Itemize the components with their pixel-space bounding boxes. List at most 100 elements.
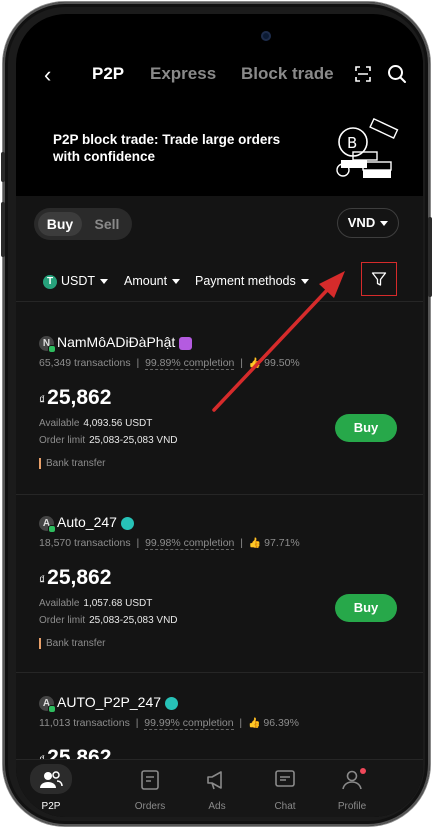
divider: [16, 672, 423, 673]
tether-icon: T: [43, 274, 57, 289]
nav-ads[interactable]: Ads: [182, 760, 252, 817]
users-icon: [40, 771, 63, 788]
block-trade-illustration-icon: B: [336, 118, 399, 178]
top-nav: ‹ P2P Express Block trade: [16, 60, 423, 90]
online-status-dot: [48, 704, 56, 713]
tab-block-trade[interactable]: Block trade: [241, 64, 334, 84]
nav-profile[interactable]: Profile: [317, 760, 387, 817]
sell-toggle[interactable]: Sell: [86, 212, 128, 236]
advertiser[interactable]: N NamMôADiĐàPhật: [39, 334, 193, 353]
promo-banner[interactable]: P2P block trade: Trade large orders with…: [16, 106, 423, 205]
banner-text: P2P block trade: Trade large orders with…: [53, 132, 281, 164]
amount-filter[interactable]: Amount: [124, 274, 181, 288]
nav-label: Ads: [208, 801, 226, 812]
thumbs-up-icon: 👍: [248, 718, 261, 729]
currency-symbol: ₫: [39, 393, 46, 407]
price-value: 25,862: [47, 386, 112, 409]
transaction-count: 65,349 transactions: [39, 357, 131, 369]
back-arrow-icon[interactable]: ‹: [44, 62, 51, 88]
scan-icon[interactable]: [355, 66, 371, 82]
advertiser-stats: 11,013 transactions | 99.99% completion …: [39, 717, 299, 730]
advertiser-stats: 18,570 transactions | 99.98% completion …: [39, 537, 300, 550]
thumbs-up-icon: 👍: [248, 538, 262, 549]
front-camera: [261, 31, 271, 41]
price-value: 25,862: [47, 566, 112, 589]
phone-side-button: [1, 152, 5, 182]
buy-toggle[interactable]: Buy: [38, 212, 82, 236]
limit-value: 25,083-25,083 VND: [89, 435, 178, 446]
megaphone-icon: [207, 771, 222, 790]
advertiser-name: NamMôADiĐàPhật: [57, 334, 176, 350]
divider: [16, 301, 423, 302]
nav-label: P2P: [41, 801, 61, 812]
limit-label: Order limit: [39, 435, 86, 446]
notification-dot: [360, 768, 366, 774]
payment-methods-filter[interactable]: Payment methods: [195, 274, 309, 288]
phone-side-button: [1, 202, 5, 257]
crypto-filter[interactable]: T USDT: [43, 274, 109, 289]
merchant-badge-icon: [179, 336, 193, 350]
price: ₫25,862: [39, 386, 111, 410]
listing-card: N NamMôADiĐàPhật 65,349 transactions | 99…: [16, 334, 423, 509]
available-label: Available: [39, 418, 80, 429]
available-value: 1,057.68 USDT: [83, 598, 153, 609]
buy-button[interactable]: Buy: [335, 414, 397, 442]
listing-card: A Auto_247 18,570 transactions | 99.98% c…: [16, 514, 423, 689]
crypto-filter-label: USDT: [61, 274, 96, 288]
completion-rate: 99.89% completion: [145, 357, 235, 370]
fiat-currency-label: VND: [347, 215, 376, 230]
payment-method-tag: Bank transfer: [39, 638, 105, 649]
avatar: A: [39, 695, 56, 713]
advertiser[interactable]: A Auto_247: [39, 514, 134, 533]
verified-badge-icon: [165, 696, 179, 710]
positive-rating: 99.50%: [264, 357, 300, 369]
chevron-down-icon: [172, 279, 181, 285]
available-row: Available 1,057.68 USDT: [39, 598, 152, 609]
nav-label: Profile: [337, 801, 367, 812]
tab-p2p[interactable]: P2P: [92, 64, 124, 84]
positive-rating: 97.71%: [264, 537, 300, 549]
amount-filter-label: Amount: [124, 274, 168, 288]
limit-row: Order limit 25,083-25,083 VND: [39, 615, 178, 626]
limit-label: Order limit: [39, 615, 86, 626]
payment-filter-label: Payment methods: [195, 274, 296, 288]
limit-row: Order limit 25,083-25,083 VND: [39, 435, 178, 446]
available-row: Available 4,093.56 USDT: [39, 418, 152, 429]
orders-icon: [141, 770, 159, 790]
svg-text:B: B: [347, 134, 357, 152]
completion-rate: 99.98% completion: [145, 537, 235, 550]
positive-rating: 96.39%: [263, 717, 299, 729]
advertiser-name: AUTO_P2P_247: [57, 694, 162, 710]
funnel-icon: [371, 272, 387, 286]
tab-express[interactable]: Express: [150, 64, 216, 84]
buy-sell-toggle: Buy Sell: [34, 208, 132, 240]
advertiser[interactable]: A AUTO_P2P_247: [39, 694, 179, 713]
fiat-currency-select[interactable]: VND: [337, 208, 399, 238]
available-value: 4,093.56 USDT: [83, 418, 153, 429]
chevron-down-icon: [100, 279, 109, 285]
bottom-nav: P2P Orders Ads Chat Profile: [16, 759, 423, 817]
chevron-down-icon: [300, 279, 309, 285]
available-label: Available: [39, 598, 80, 609]
p2p-panel: Buy Sell VND T USDT Amount Payment method…: [16, 196, 423, 817]
nav-chat[interactable]: Chat: [250, 760, 320, 817]
app-screen: ‹ P2P Express Block trade P2P block trad…: [16, 14, 423, 817]
chevron-down-icon: [380, 221, 389, 227]
filter-button[interactable]: [361, 262, 397, 296]
phone-notch: [116, 14, 324, 48]
online-status-dot: [48, 344, 56, 353]
advertiser-stats: 65,349 transactions | 99.89% completion …: [39, 357, 300, 370]
avatar: N: [39, 335, 56, 353]
nav-orders[interactable]: Orders: [115, 760, 185, 817]
nav-p2p[interactable]: P2P: [16, 760, 86, 817]
limit-value: 25,083-25,083 VND: [89, 615, 178, 626]
thumbs-up-icon: 👍: [248, 358, 262, 369]
currency-symbol: ₫: [39, 573, 46, 587]
nav-label: Chat: [274, 801, 296, 812]
advertiser-name: Auto_247: [57, 514, 117, 530]
phone-side-button: [428, 217, 432, 297]
buy-button[interactable]: Buy: [335, 594, 397, 622]
verified-badge-icon: [120, 516, 134, 530]
online-status-dot: [48, 524, 56, 533]
search-icon[interactable]: [387, 64, 407, 84]
